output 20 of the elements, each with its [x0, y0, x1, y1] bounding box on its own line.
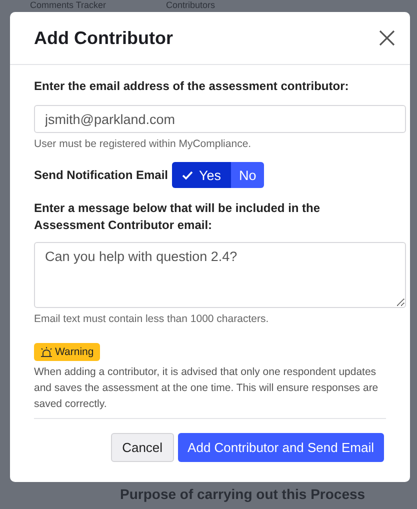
help-text: User must be registered within MyCompliance. [33, 138, 252, 150]
check-icon [182, 170, 194, 180]
field-label: Enter the email address of the assessment contributor: [33, 79, 350, 93]
alarm-icon [40, 347, 53, 357]
background-heading: Purpose of carrying out this Process [120, 486, 366, 503]
dialog-title: Add Contributor [34, 28, 173, 48]
message-field[interactable]: Can you help with question 2.4? [34, 242, 406, 308]
toggle-option[interactable]: Yes [172, 162, 232, 188]
tab-label: Contributors [166, 0, 216, 12]
tab-label: Comments Tracker [30, 0, 106, 12]
field-label: Send Notification Email [33, 168, 170, 182]
warning-text: When adding a contributor, it is advised that only one respondent updates and saves the assessment at the one time. This will ensure responses are saved correctly. [34, 362, 386, 419]
field-label: Enter a message below that will be included in the Assessment Contributor email: [33, 200, 322, 234]
submit-button[interactable]: Add Contributor and Send Email [178, 433, 384, 462]
toggle-option[interactable]: No [231, 162, 264, 188]
badge-label: Warning [55, 346, 94, 358]
email-field[interactable]: jsmith@parkland.com [34, 105, 406, 133]
close-icon[interactable] [379, 30, 395, 46]
help-text: Email text must contain less than 1000 characters. [33, 313, 270, 325]
cancel-button[interactable]: Cancel [111, 433, 174, 462]
